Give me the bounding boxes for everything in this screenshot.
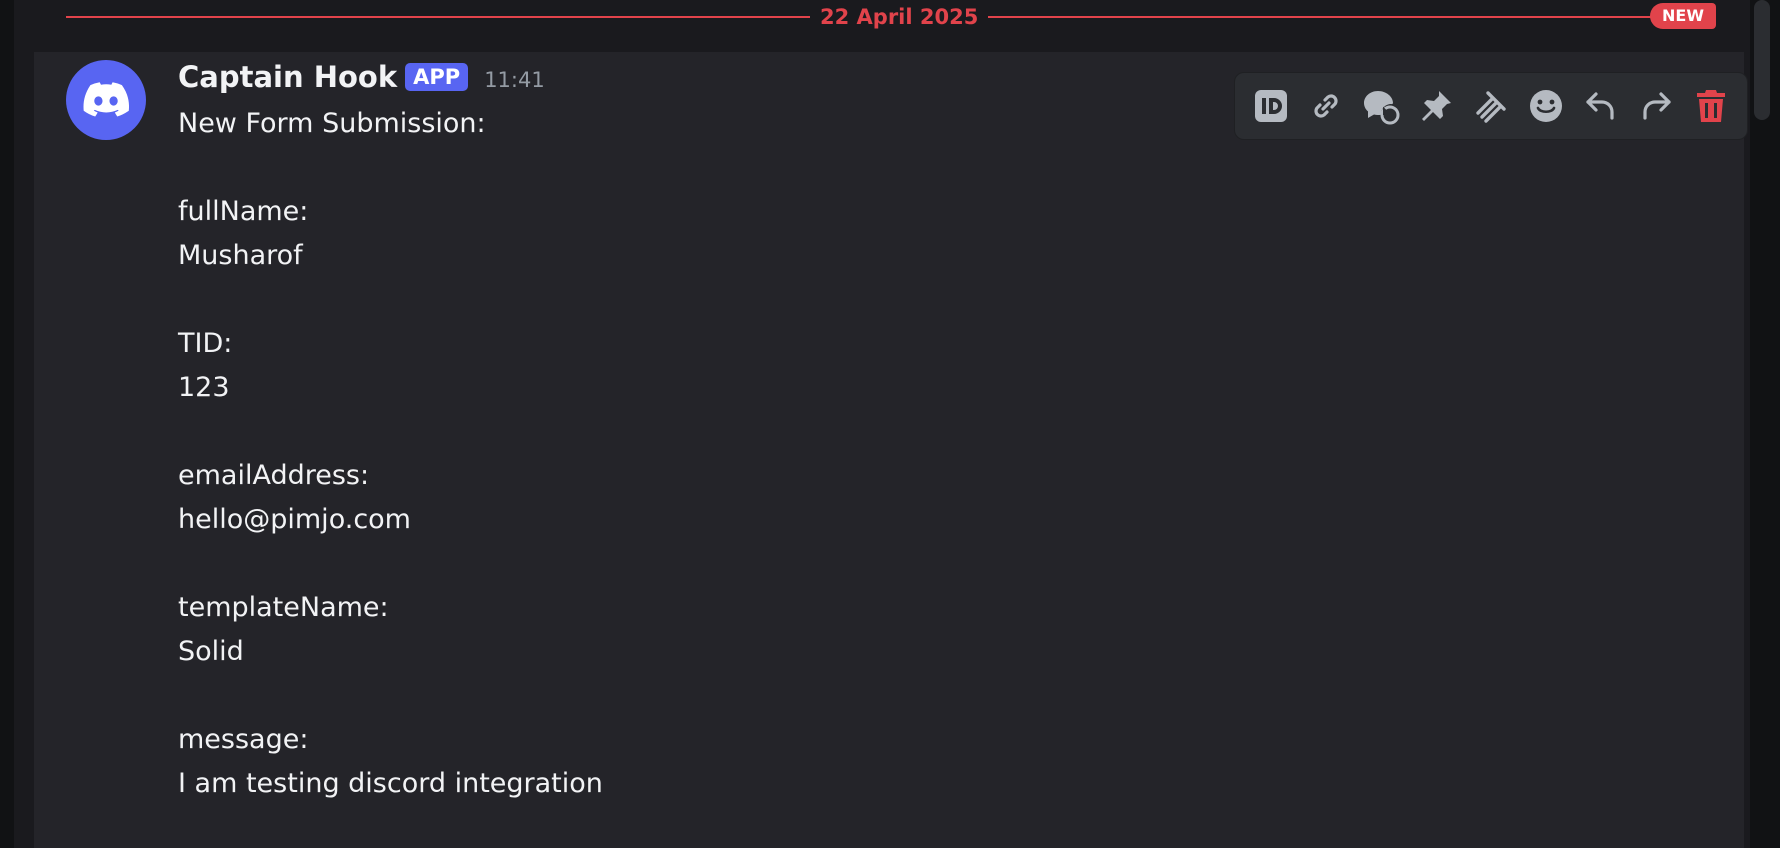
pin-icon (1421, 91, 1451, 121)
message-line (178, 674, 603, 718)
author-name[interactable]: Captain Hook (178, 60, 397, 94)
left-sidebar-edge (0, 0, 14, 848)
new-badge: NEW (1650, 3, 1716, 29)
smiley-icon (1530, 90, 1563, 122)
reply-icon (1586, 92, 1614, 120)
message-line: Musharof (178, 240, 303, 271)
thread-icon (1476, 91, 1506, 123)
message-line: fullName: (178, 196, 309, 227)
message-actions-toolbar (1234, 72, 1748, 140)
scrollbar[interactable] (1750, 0, 1780, 848)
chat-unread-icon (1363, 91, 1400, 125)
copy-link-button[interactable] (1303, 83, 1349, 129)
app-badge: APP (405, 63, 469, 91)
pin-button[interactable] (1413, 83, 1459, 129)
copy-id-button[interactable] (1248, 83, 1294, 129)
message-line: TID: (178, 328, 233, 359)
message-line: templateName: (178, 592, 389, 623)
message-item[interactable]: Captain Hook APP 11:41 New Form Submissi… (34, 52, 1748, 848)
id-icon (1254, 90, 1287, 122)
link-icon (1314, 94, 1338, 118)
avatar[interactable] (66, 60, 146, 140)
message-line: New Form Submission: (178, 108, 486, 139)
reply-button[interactable] (1578, 83, 1624, 129)
message-line: message: (178, 724, 309, 755)
message-line: I am testing discord integration (178, 768, 603, 799)
add-reaction-button[interactable] (1523, 83, 1569, 129)
message-content: New Form Submission: fullName: Musharof … (178, 102, 603, 806)
mark-unread-button[interactable] (1358, 83, 1404, 129)
message-line (178, 410, 603, 454)
date-divider-label: 22 April 2025 (810, 3, 989, 31)
message-line (178, 146, 603, 190)
forward-button[interactable] (1633, 83, 1679, 129)
delete-button[interactable] (1688, 83, 1734, 129)
discord-logo-icon (83, 82, 129, 117)
message-line: Solid (178, 636, 244, 667)
message-line: emailAddress: (178, 460, 370, 491)
message-line: 123 (178, 372, 230, 403)
message-line (178, 542, 603, 586)
thread-button[interactable] (1468, 83, 1514, 129)
message-line (178, 278, 603, 322)
scrollbar-thumb[interactable] (1754, 0, 1770, 120)
forward-icon (1643, 92, 1671, 120)
message-timestamp[interactable]: 11:41 (484, 68, 545, 92)
trash-icon (1697, 90, 1726, 122)
message-header: Captain Hook APP 11:41 (178, 60, 545, 94)
message-line: hello@pimjo.com (178, 504, 411, 535)
